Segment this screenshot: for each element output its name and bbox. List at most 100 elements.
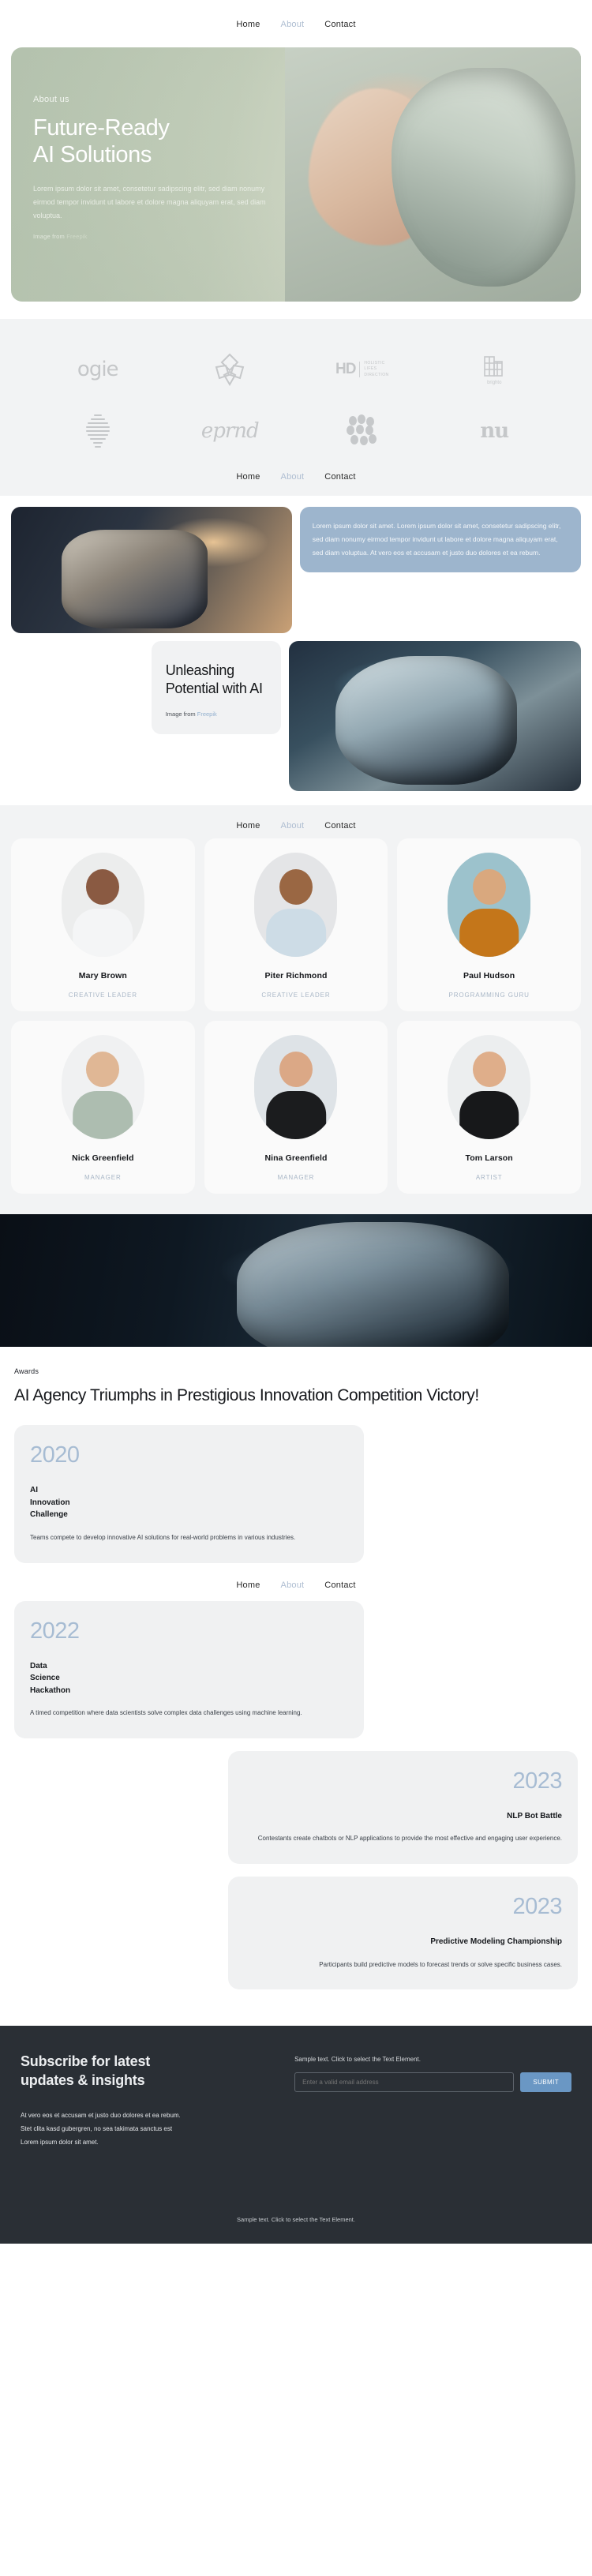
- hero-eyebrow: About us: [33, 95, 69, 104]
- award-year: 2023: [512, 1768, 562, 1794]
- footer-row: Subscribe for latest updates & insights …: [21, 2053, 571, 2093]
- logo-dots-mark: [345, 409, 380, 453]
- footer-copy-line-2: Stet clita kasd gubergren, no sea takima…: [21, 2125, 173, 2133]
- award-card-2022[interactable]: 2022 Data Science Hackathon A timed comp…: [14, 1600, 364, 1738]
- award-card-predictive-modeling[interactable]: 2023 Predictive Modeling Championship Pa…: [228, 1877, 578, 1990]
- nav-link-home-2[interactable]: Home: [236, 472, 260, 482]
- logo-hd-sub-1: HOLISTIC: [364, 360, 385, 366]
- logo-hd: HD HOLISTIC LIFES DIRECTION: [335, 347, 389, 392]
- team-member-name: Mary Brown: [78, 971, 127, 981]
- client-logos-section: ogie HD HOLISTIC LIFES DIRECTION brighto…: [0, 319, 592, 496]
- nav-link-home-4[interactable]: Home: [236, 1580, 260, 1590]
- team-section: Home About Contact Mary Brown CREATIVE L…: [0, 805, 592, 1214]
- team-card[interactable]: Piter Richmond CREATIVE LEADER: [204, 838, 388, 1011]
- hero-credit-prefix: Image from: [33, 233, 67, 241]
- logo-nu-wordmark: nu: [480, 419, 509, 443]
- nav-link-home-3[interactable]: Home: [236, 821, 260, 831]
- team-card[interactable]: Tom Larson ARTIST: [397, 1021, 581, 1194]
- team-card[interactable]: Nick Greenfield MANAGER: [11, 1021, 195, 1194]
- avatar: [448, 853, 531, 957]
- logo-hd-mark: HD: [335, 361, 356, 377]
- logo-ogie-wordmark: ogie: [77, 358, 119, 381]
- award-name: NLP Bot Battle: [507, 1811, 562, 1820]
- footer-copy: At vero eos et accusam et justo duo dolo…: [21, 2109, 571, 2149]
- unleashing-card: Unleashing Potential with AI Image from …: [151, 641, 281, 734]
- nav-link-about[interactable]: About: [281, 20, 305, 29]
- team-card[interactable]: Nina Greenfield MANAGER: [204, 1021, 388, 1194]
- team-grid: Mary Brown CREATIVE LEADER Piter Richmon…: [11, 838, 581, 1194]
- avatar-body: [459, 1091, 519, 1139]
- team-member-role: PROGRAMMING GURU: [448, 992, 530, 999]
- logo-striped-sphere: [82, 409, 114, 453]
- nav-link-about-3[interactable]: About: [281, 821, 305, 831]
- nav-link-about-4[interactable]: About: [281, 1580, 305, 1590]
- nav-link-contact-2[interactable]: Contact: [324, 472, 355, 482]
- logo-grid: ogie HD HOLISTIC LIFES DIRECTION brighto…: [0, 339, 592, 466]
- award-year: 2023: [512, 1894, 562, 1920]
- showcase-blue-card-text: Lorem ipsum dolor sit amet. Lorem ipsum …: [312, 522, 561, 557]
- team-member-name: Nina Greenfield: [264, 1153, 328, 1163]
- logo-hd-sub-3: DIRECTION: [364, 372, 389, 377]
- subscribe-sample-note: Sample text. Click to select the Text El…: [294, 2056, 421, 2064]
- robot-banner-image: [0, 1214, 592, 1347]
- avatar: [254, 1035, 338, 1139]
- avatar-body: [73, 1091, 133, 1139]
- award-description: Teams compete to develop innovative AI s…: [30, 1533, 296, 1541]
- award-card-nlp-bot-battle[interactable]: 2023 NLP Bot Battle Contestants create c…: [228, 1750, 578, 1865]
- avatar-head: [279, 1052, 313, 1087]
- showcase-blue-card: Lorem ipsum dolor sit amet. Lorem ipsum …: [299, 507, 581, 572]
- team-member-name: Nick Greenfield: [72, 1153, 134, 1163]
- team-member-role: CREATIVE LEADER: [68, 992, 137, 999]
- team-card[interactable]: Mary Brown CREATIVE LEADER: [11, 838, 195, 1011]
- unleashing-title: Unleashing Potential with AI: [166, 662, 267, 698]
- team-member-role: MANAGER: [84, 1174, 122, 1181]
- footer-bottom-note: Sample text. Click to select the Text El…: [237, 2215, 355, 2223]
- team-card[interactable]: Paul Hudson PROGRAMMING GURU: [397, 838, 581, 1011]
- brighto-blocks-icon: [484, 355, 504, 377]
- logo-eprnd-wordmark: eprnd: [200, 419, 260, 443]
- robot-face-image: [288, 641, 581, 791]
- showcase-section: Lorem ipsum dolor sit amet. Lorem ipsum …: [0, 496, 592, 805]
- footer-section: Subscribe for latest updates & insights …: [0, 2026, 592, 2244]
- avatar: [254, 853, 338, 957]
- unleashing-credit-prefix: Image from: [165, 711, 197, 718]
- avatar-body: [266, 1091, 326, 1139]
- nav-link-contact[interactable]: Contact: [324, 20, 355, 29]
- avatar-body: [266, 909, 326, 957]
- primary-navigation: Home About Contact: [0, 11, 592, 38]
- unleashing-title-line-2: Potential with AI: [165, 681, 263, 697]
- logo-ogie: ogie: [77, 347, 119, 392]
- secondary-navigation: Home About Contact: [0, 466, 592, 482]
- submit-button[interactable]: SUBMIT: [520, 2072, 571, 2093]
- logo-eprnd: eprnd: [200, 409, 260, 453]
- hero-title-line-2: AI Solutions: [33, 141, 152, 167]
- hero-credit-link[interactable]: Freepik: [66, 233, 87, 240]
- avatar: [61, 853, 144, 957]
- awards-section: Awards AI Agency Triumphs in Prestigious…: [0, 1347, 592, 2026]
- award-description: Contestants create chatbots or NLP appli…: [257, 1835, 562, 1843]
- award-card-2020[interactable]: 2020 AI Innovation Challenge Teams compe…: [14, 1425, 364, 1563]
- dots-cluster-icon: [346, 414, 377, 445]
- avatar-head: [472, 1052, 506, 1087]
- hero-android-face-image: [284, 47, 581, 302]
- nav-link-home[interactable]: Home: [236, 20, 260, 29]
- email-input[interactable]: [294, 2072, 515, 2093]
- unleashing-credit-link[interactable]: Freepik: [197, 711, 217, 718]
- striped-sphere-icon: [85, 414, 110, 448]
- award-description: Participants build predictive models to …: [319, 1960, 562, 1968]
- hero-section: Home About Contact About us Future-Ready…: [0, 0, 592, 302]
- nav-link-contact-4[interactable]: Contact: [324, 1580, 355, 1590]
- footer-title: Subscribe for latest updates & insights: [21, 2053, 274, 2090]
- logo-flower-mark: [212, 347, 248, 392]
- hero-image-credit: Image from Freepik: [33, 233, 272, 240]
- nav-link-about-2[interactable]: About: [281, 472, 305, 482]
- nav-link-contact-3[interactable]: Contact: [324, 821, 355, 831]
- team-navigation: Home About Contact: [11, 819, 581, 838]
- team-member-role: CREATIVE LEADER: [261, 992, 331, 999]
- footer-copy-line-1: At vero eos et accusam et justo duo dolo…: [21, 2112, 181, 2120]
- logo-hd-divider: [359, 362, 361, 377]
- showcase-row-top: Lorem ipsum dolor sit amet. Lorem ipsum …: [11, 507, 581, 633]
- avatar-head: [86, 1052, 120, 1087]
- team-member-role: MANAGER: [277, 1174, 315, 1181]
- showcase-left-column: Unleashing Potential with AI Image from …: [11, 641, 281, 734]
